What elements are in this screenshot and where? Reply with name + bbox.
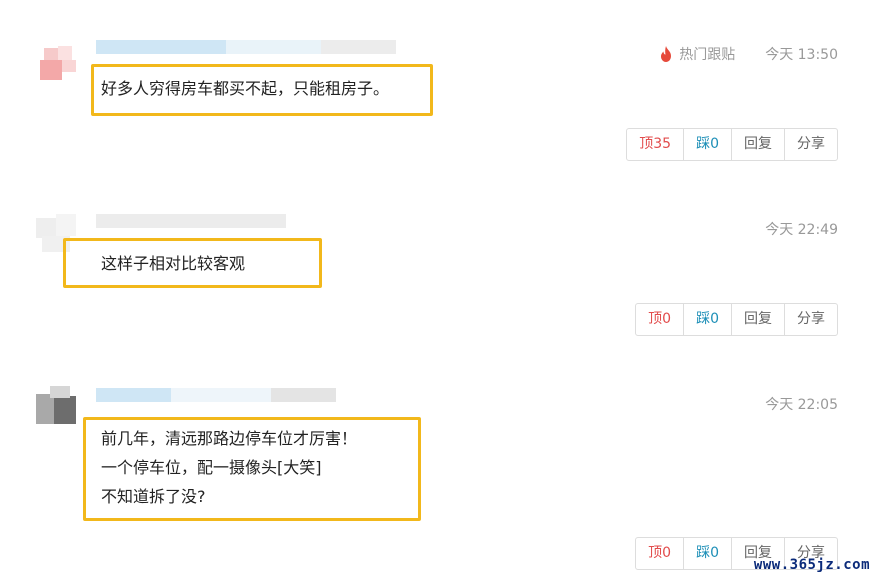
downvote-button[interactable]: 踩0 — [684, 129, 732, 160]
comment-line: 前几年，清远那路边停车位才厉害！ — [101, 429, 358, 448]
reply-button[interactable]: 回复 — [732, 304, 785, 335]
flame-icon — [661, 46, 672, 62]
hot-badge: 热门跟贴 — [659, 44, 735, 64]
avatar[interactable] — [36, 386, 78, 428]
hot-label: 热门跟贴 — [679, 47, 736, 63]
timestamp: 今天 22:05 — [765, 397, 838, 413]
timestamp: 今天 13:50 — [765, 47, 838, 63]
comment-actions: 顶35 踩0 回复 分享 — [626, 128, 838, 161]
comment-line: 不知道拆了没? — [101, 487, 206, 506]
upvote-button[interactable]: 顶0 — [636, 538, 685, 569]
reply-button[interactable]: 回复 — [732, 129, 785, 160]
watermark: www.365jz.com — [753, 557, 870, 573]
upvote-button[interactable]: 顶0 — [636, 304, 685, 335]
comment-meta: 今天 22:05 — [765, 394, 838, 414]
share-button[interactable]: 分享 — [785, 304, 837, 335]
comment-meta: 今天 22:49 — [765, 219, 838, 239]
username-blurred[interactable] — [96, 40, 396, 54]
downvote-button[interactable]: 踩0 — [684, 304, 732, 335]
comment-text: 这样子相对比较客观 — [101, 254, 246, 273]
username-blurred[interactable] — [96, 388, 336, 402]
comment-line: 一个停车位，配一摄像头[大笑] — [101, 458, 322, 477]
downvote-button[interactable]: 踩0 — [684, 538, 732, 569]
avatar[interactable] — [40, 42, 82, 84]
comment-text: 好多人穷得房车都买不起，只能租房子。 — [101, 79, 390, 98]
upvote-button[interactable]: 顶35 — [627, 129, 685, 160]
comment-meta: 热门跟贴 今天 13:50 — [659, 44, 838, 64]
timestamp: 今天 22:49 — [765, 222, 838, 238]
comment-actions: 顶0 踩0 回复 分享 — [635, 303, 838, 336]
share-button[interactable]: 分享 — [785, 129, 837, 160]
username-blurred[interactable] — [96, 214, 286, 228]
comment-item: 热门跟贴 今天 13:50 好多人穷得房车都买不起，只能租房子。 顶35 踩0 … — [0, 0, 876, 180]
comment-text: 前几年，清远那路边停车位才厉害！ 一个停车位，配一摄像头[大笑] 不知道拆了没? — [101, 424, 357, 511]
